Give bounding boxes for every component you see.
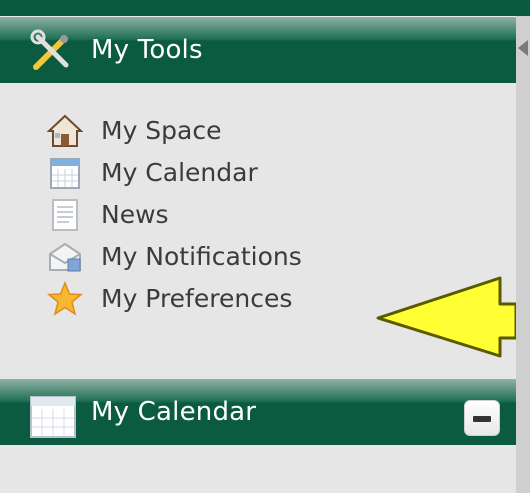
yellow-arrow-icon (376, 276, 516, 358)
house-icon (47, 114, 83, 147)
menu-item-label: News (101, 200, 169, 229)
calendar-panel-header: My Calendar (0, 379, 516, 445)
menu-item-my-calendar[interactable]: My Calendar (0, 153, 330, 193)
tools-panel-header: My Tools (0, 17, 516, 83)
notifications-icon (49, 242, 81, 272)
calendar-panel-body (0, 445, 516, 493)
calendar-panel-title: My Calendar (91, 397, 257, 427)
tools-icon (30, 29, 69, 70)
star-icon (47, 281, 83, 316)
menu-item-label: My Calendar (101, 158, 258, 187)
news-icon (52, 199, 78, 231)
minus-icon (473, 416, 491, 422)
collapse-arrow-icon[interactable] (518, 40, 528, 56)
menu-item-news[interactable]: News (0, 195, 330, 235)
calendar-icon (30, 396, 76, 438)
menu-item-label: My Space (101, 116, 222, 145)
menu-item-my-preferences[interactable]: My Preferences (0, 279, 330, 319)
menu-item-label: My Notifications (101, 242, 302, 271)
menu-item-my-space[interactable]: My Space (0, 111, 330, 151)
top-bar (0, 0, 530, 16)
right-scroll-edge[interactable] (516, 16, 530, 493)
menu-item-label: My Preferences (101, 284, 293, 313)
tools-panel-title: My Tools (91, 35, 203, 65)
calendar-icon (50, 158, 80, 189)
menu-item-my-notifications[interactable]: My Notifications (0, 237, 330, 277)
collapse-button[interactable] (464, 400, 500, 436)
